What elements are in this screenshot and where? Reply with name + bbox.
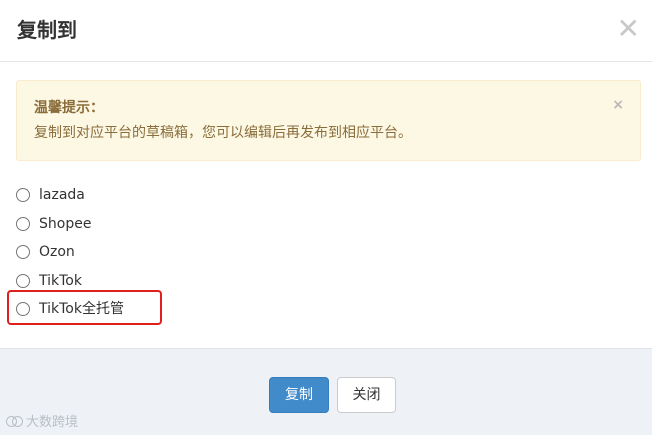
watermark-logo-icon (6, 414, 23, 428)
watermark: 大数跨境 (6, 411, 78, 430)
radio-button[interactable] (16, 188, 30, 202)
watermark-text: 大数跨境 (26, 415, 79, 430)
close-button[interactable]: 关闭 (337, 377, 396, 413)
option-label: Ozon (39, 244, 75, 260)
option-shopee[interactable]: Shopee (15, 212, 255, 236)
option-lazada[interactable]: lazada (15, 183, 255, 207)
radio-button[interactable] (16, 217, 30, 231)
copy-button[interactable]: 复制 (269, 377, 329, 413)
radio-button[interactable] (16, 274, 30, 288)
alert-title: 温馨提示： (34, 100, 104, 116)
radio-button[interactable] (16, 245, 30, 259)
highlight-box (7, 290, 162, 325)
close-icon[interactable]: ✕ (617, 13, 640, 45)
alert-message: 复制到对应平台的草稿箱，您可以编辑后再发布到相应平台。 (34, 125, 412, 141)
copy-to-dialog: 复制到 ✕ 温馨提示： 复制到对应平台的草稿箱，您可以编辑后再发布到相应平台。 … (0, 0, 652, 435)
dialog-header: 复制到 ✕ (0, 0, 652, 62)
dialog-footer: 复制 关闭 (0, 348, 652, 435)
option-label: lazada (39, 187, 85, 203)
option-label: Shopee (39, 216, 92, 232)
option-label: TikTok (39, 273, 82, 289)
warning-alert: 温馨提示： 复制到对应平台的草稿箱，您可以编辑后再发布到相应平台。 × (16, 80, 641, 161)
alert-close-icon[interactable]: × (612, 95, 624, 115)
dialog-title: 复制到 (17, 18, 77, 42)
option-ozon[interactable]: Ozon (15, 240, 255, 264)
